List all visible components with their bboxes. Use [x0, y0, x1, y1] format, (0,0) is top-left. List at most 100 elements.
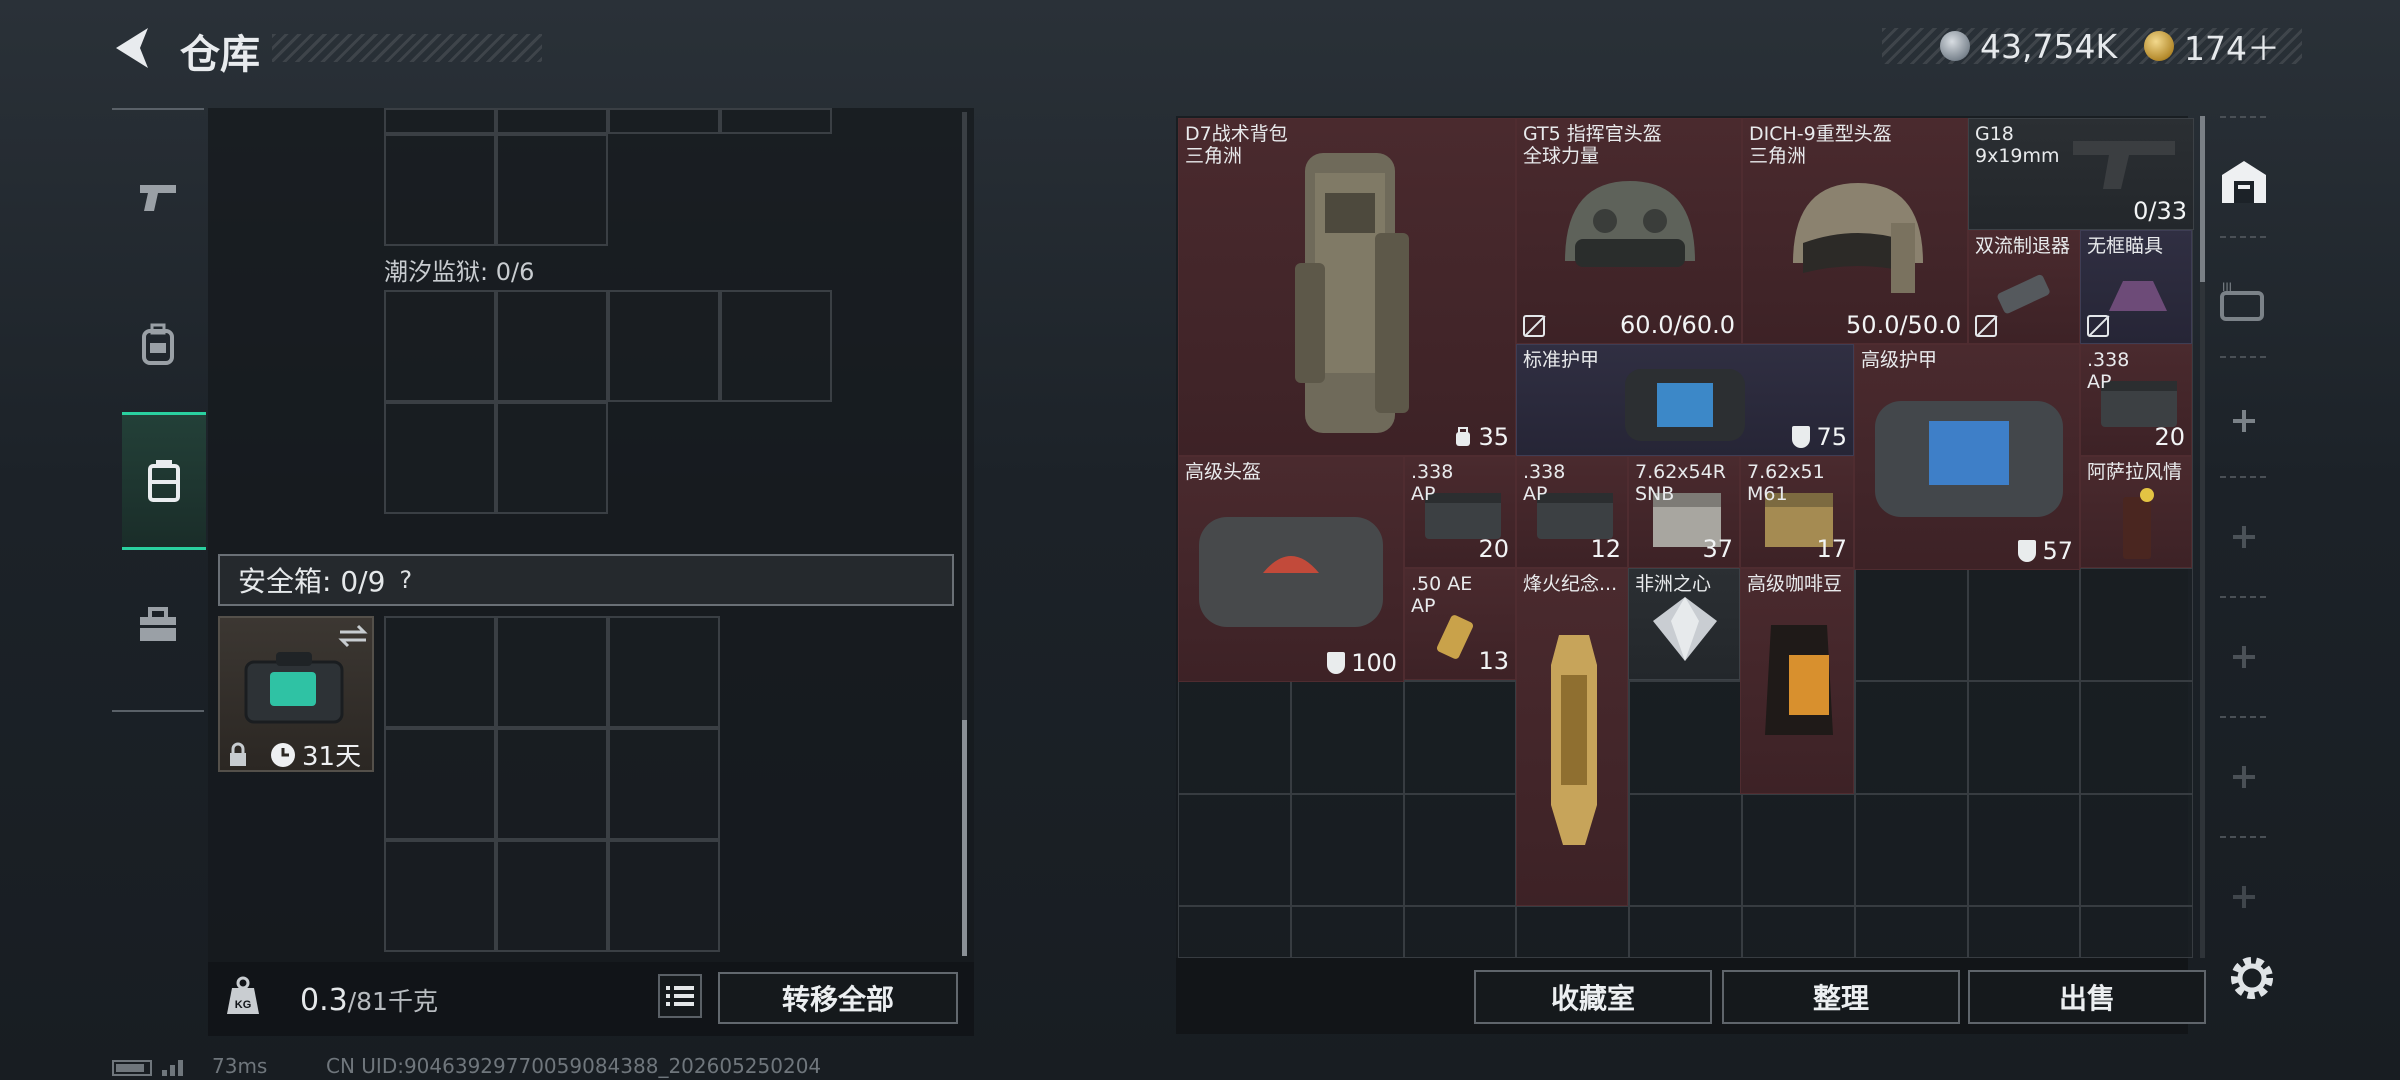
storage-tab-add-2[interactable]	[2214, 482, 2274, 592]
storage-item[interactable]: 高级咖啡豆	[1740, 568, 1854, 794]
grid-slot[interactable]	[608, 108, 720, 134]
storage-item[interactable]: DICH-9重型头盔 三角洲 50.0/50.0	[1742, 118, 1968, 344]
safe-slot[interactable]	[384, 616, 496, 728]
svg-text:KG: KG	[235, 999, 252, 1011]
grid-slot[interactable]	[384, 402, 496, 514]
grid-slot[interactable]	[720, 108, 832, 134]
storage-slot[interactable]	[1629, 793, 1742, 907]
storage-slot[interactable]	[1854, 681, 1968, 794]
storage-item[interactable]: GT5 指挥官头盔 全球力量 60.0/60.0	[1516, 118, 1742, 344]
storage-slot[interactable]	[1629, 906, 1742, 958]
safe-slot[interactable]	[384, 728, 496, 840]
storage-slot[interactable]	[2080, 681, 2194, 794]
storage-slot[interactable]	[1290, 906, 1404, 958]
gold-currency[interactable]: 174＋	[2144, 28, 2280, 68]
tab-tools[interactable]	[112, 556, 204, 694]
safe-slot[interactable]	[608, 728, 720, 840]
storage-item[interactable]: D7战术背包 三角洲 35	[1178, 118, 1516, 456]
storage-item[interactable]: .338 AP 20	[2080, 344, 2192, 456]
safe-box-item[interactable]: 31天	[218, 616, 374, 772]
storage-slot[interactable]	[1178, 906, 1291, 958]
sight-image	[2109, 281, 2167, 311]
grid-slot[interactable]	[496, 290, 608, 402]
grid-slot[interactable]	[384, 290, 496, 402]
storage-slot[interactable]	[2080, 568, 2194, 681]
safe-slot[interactable]	[496, 840, 608, 952]
back-button[interactable]	[108, 22, 156, 74]
storage-item[interactable]: 高级护甲 57	[1854, 344, 2080, 570]
grid-slot[interactable]	[384, 108, 496, 134]
storage-slot[interactable]	[1854, 906, 1968, 958]
storage-slot[interactable]	[1516, 906, 1630, 958]
storage-slot[interactable]	[1967, 906, 2081, 958]
storage-slot[interactable]	[2080, 793, 2194, 907]
sort-button[interactable]: 整理	[1722, 970, 1960, 1024]
storage-slot[interactable]	[1967, 681, 2081, 794]
tab-equipment[interactable]	[112, 276, 204, 414]
storage-slot[interactable]	[1178, 793, 1291, 907]
storage-item[interactable]: 高级头盔 100	[1178, 456, 1404, 682]
safe-slot[interactable]	[496, 616, 608, 728]
sell-button[interactable]: 出售	[1968, 970, 2206, 1024]
swap-icon[interactable]	[338, 624, 368, 648]
storage-tab-add-1[interactable]	[2214, 366, 2274, 476]
storage-slot[interactable]	[1403, 906, 1517, 958]
item-value-text: 57	[2042, 537, 2073, 565]
transfer-all-button[interactable]: 转移全部	[718, 972, 958, 1024]
storage-item[interactable]: 烽火纪念...	[1516, 568, 1628, 906]
list-view-button[interactable]	[658, 974, 702, 1018]
storage-slot[interactable]	[1290, 681, 1404, 794]
grid-slot[interactable]	[608, 290, 720, 402]
grid-slot[interactable]	[496, 134, 608, 246]
safe-slot[interactable]	[608, 840, 720, 952]
grid-slot[interactable]	[496, 402, 608, 514]
settings-gear-icon[interactable]	[2226, 952, 2278, 1004]
storage-slot[interactable]	[1742, 793, 1855, 907]
storage-item[interactable]: .50 AE AP 13	[1404, 568, 1516, 680]
storage-item[interactable]: .338 AP 20	[1404, 456, 1516, 568]
item-name: 非洲之心	[1635, 573, 1712, 595]
storage-slot[interactable]	[1742, 906, 1855, 958]
grid-slot[interactable]	[384, 134, 496, 246]
left-scrollbar-thumb[interactable]	[962, 720, 967, 956]
storage-tab-add-3[interactable]	[2214, 602, 2274, 712]
storage-slot[interactable]	[1403, 681, 1517, 794]
storage-slot[interactable]	[1854, 793, 1968, 907]
safe-slot[interactable]	[496, 728, 608, 840]
storage-slot[interactable]	[1403, 793, 1517, 907]
storage-slot[interactable]	[2080, 906, 2194, 958]
tab-weapons[interactable]	[112, 128, 204, 266]
storage-tab-extension[interactable]: III	[2214, 246, 2274, 356]
storage-slot[interactable]	[1178, 681, 1291, 794]
silver-currency[interactable]: 43,754K	[1940, 27, 2117, 66]
storage-item[interactable]: 7.62x51 M61 17	[1740, 456, 1854, 568]
grid-slot[interactable]	[720, 290, 832, 402]
tab-containers[interactable]	[122, 412, 206, 550]
storage-scrollbar-thumb[interactable]	[2200, 116, 2205, 282]
collection-room-button[interactable]: 收藏室	[1474, 970, 1712, 1024]
storage-slot[interactable]	[1629, 681, 1742, 794]
storage-item[interactable]: 无框瞄具	[2080, 230, 2192, 344]
storage-slot[interactable]	[1290, 793, 1404, 907]
safe-help-button[interactable]: ?	[399, 566, 412, 594]
storage-item[interactable]: G18 9x19mm 0/33	[1968, 118, 2194, 230]
safe-slot[interactable]	[608, 616, 720, 728]
storage-tab-add-4[interactable]	[2214, 722, 2274, 832]
storage-slot[interactable]	[1967, 568, 2081, 681]
storage-item[interactable]: 7.62x54R SNB 37	[1628, 456, 1740, 568]
helmet-image	[1793, 183, 1923, 293]
grid-slot[interactable]	[496, 108, 608, 134]
storage-tab-home[interactable]	[2214, 126, 2274, 236]
storage-item[interactable]: .338 AP 12	[1516, 456, 1628, 568]
safe-slot[interactable]	[384, 840, 496, 952]
storage-slot[interactable]	[1854, 568, 1968, 681]
storage-slot[interactable]	[1967, 793, 2081, 907]
item-name: 7.62x51 M61	[1747, 461, 1825, 505]
storage-item[interactable]: 双流制退器	[1968, 230, 2080, 344]
storage-item[interactable]: 标准护甲 75	[1516, 344, 1854, 456]
storage-item[interactable]: 阿萨拉风情	[2080, 456, 2192, 568]
item-value: 20	[1478, 535, 1509, 563]
storage-tab-add-5[interactable]	[2214, 842, 2274, 952]
item-value: 17	[1816, 535, 1847, 563]
storage-item[interactable]: 非洲之心	[1628, 568, 1740, 680]
